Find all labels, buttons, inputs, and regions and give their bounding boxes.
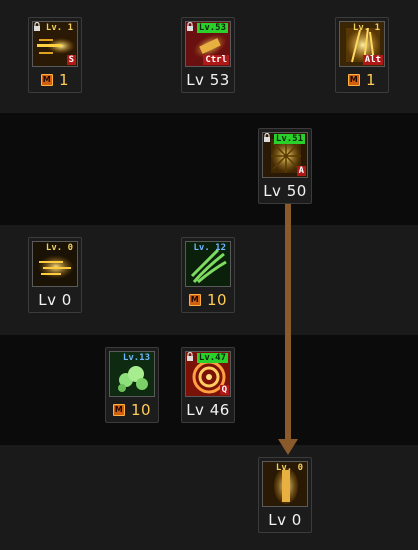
hotkey-badge: S bbox=[66, 55, 76, 65]
skill-level-tag: Lv. 0 bbox=[45, 243, 73, 253]
skill-slot-3[interactable]: Lv. 1 Alt M1 bbox=[335, 17, 389, 93]
gold-pillar-icon: Lv. 0 bbox=[262, 461, 308, 507]
skill-level-tag: Lv. 12 bbox=[193, 243, 226, 253]
mastery-book-icon: M bbox=[188, 294, 201, 306]
hotkey-badge: A bbox=[296, 166, 306, 176]
skill-master-count: M 10 bbox=[188, 291, 228, 309]
skill-slot-4[interactable]: Lv.51 A Lv 50 bbox=[258, 128, 312, 204]
skill-level-tag: Lv. 0 bbox=[275, 463, 303, 473]
red-gold-rush-icon: Lv.53 Ctrl bbox=[185, 21, 231, 67]
gold-web-icon: Lv.51 A bbox=[262, 132, 308, 178]
mastery-book-icon: M bbox=[347, 74, 360, 86]
skill-slot-2[interactable]: Lv.53 Ctrl Lv 53 bbox=[181, 17, 235, 93]
skill-level-tag: Lv.47 bbox=[196, 353, 228, 363]
lock-icon bbox=[264, 133, 270, 142]
lock-icon bbox=[187, 352, 193, 361]
skill-slot-1[interactable]: Lv. 1 S M1 bbox=[28, 17, 82, 93]
hotkey-badge: Q bbox=[219, 385, 229, 395]
skill-level-tag: Lv.51 bbox=[273, 134, 305, 144]
row-band-2 bbox=[0, 113, 418, 225]
skill-master-count: M1 bbox=[347, 71, 377, 89]
skill-slot-9[interactable]: Lv. 0 Lv 0 bbox=[258, 457, 312, 533]
mastery-book-icon: M bbox=[40, 74, 53, 86]
gold-projectile-icon: Lv. 1 S bbox=[32, 21, 78, 67]
gold-burst-icon: Lv. 1 Alt bbox=[339, 21, 385, 67]
skill-slot-8[interactable]: Lv.47 Q Lv 46 bbox=[181, 347, 235, 423]
row-band-5 bbox=[0, 445, 418, 550]
skill-level-label: Lv 53 bbox=[186, 71, 230, 89]
skill-level-label: Lv 0 bbox=[268, 511, 302, 529]
skill-level-tag: Lv. 1 bbox=[45, 23, 73, 33]
skill-master-count: M1 bbox=[40, 71, 70, 89]
skill-level-tag: Lv. 1 bbox=[352, 23, 380, 33]
skill-slot-5[interactable]: Lv. 0 Lv 0 bbox=[28, 237, 82, 313]
skill-level-label: Lv 46 bbox=[186, 401, 230, 419]
skill-level-label: Lv 0 bbox=[38, 291, 72, 309]
skill-level-tag: Lv.53 bbox=[196, 23, 228, 33]
hotkey-badge: Ctrl bbox=[203, 55, 229, 65]
green-cloud-icon: Lv.13 bbox=[109, 351, 155, 397]
skill-level-label: Lv 50 bbox=[263, 182, 307, 200]
skill-level-tag: Lv.13 bbox=[122, 353, 150, 363]
skill-link-arrow bbox=[278, 203, 298, 455]
lock-icon bbox=[34, 22, 40, 31]
skill-slot-7[interactable]: Lv.13 M 10 bbox=[105, 347, 159, 423]
gold-swirl-icon: Lv. 0 bbox=[32, 241, 78, 287]
hotkey-badge: Alt bbox=[362, 55, 383, 65]
skill-slot-6[interactable]: Lv. 12 M 10 bbox=[181, 237, 235, 313]
mastery-book-icon: M bbox=[112, 404, 125, 416]
orange-spiral-icon: Lv.47 Q bbox=[185, 351, 231, 397]
skill-master-count: M 10 bbox=[112, 401, 152, 419]
lock-icon bbox=[187, 22, 193, 31]
green-claw-icon: Lv. 12 bbox=[185, 241, 231, 287]
